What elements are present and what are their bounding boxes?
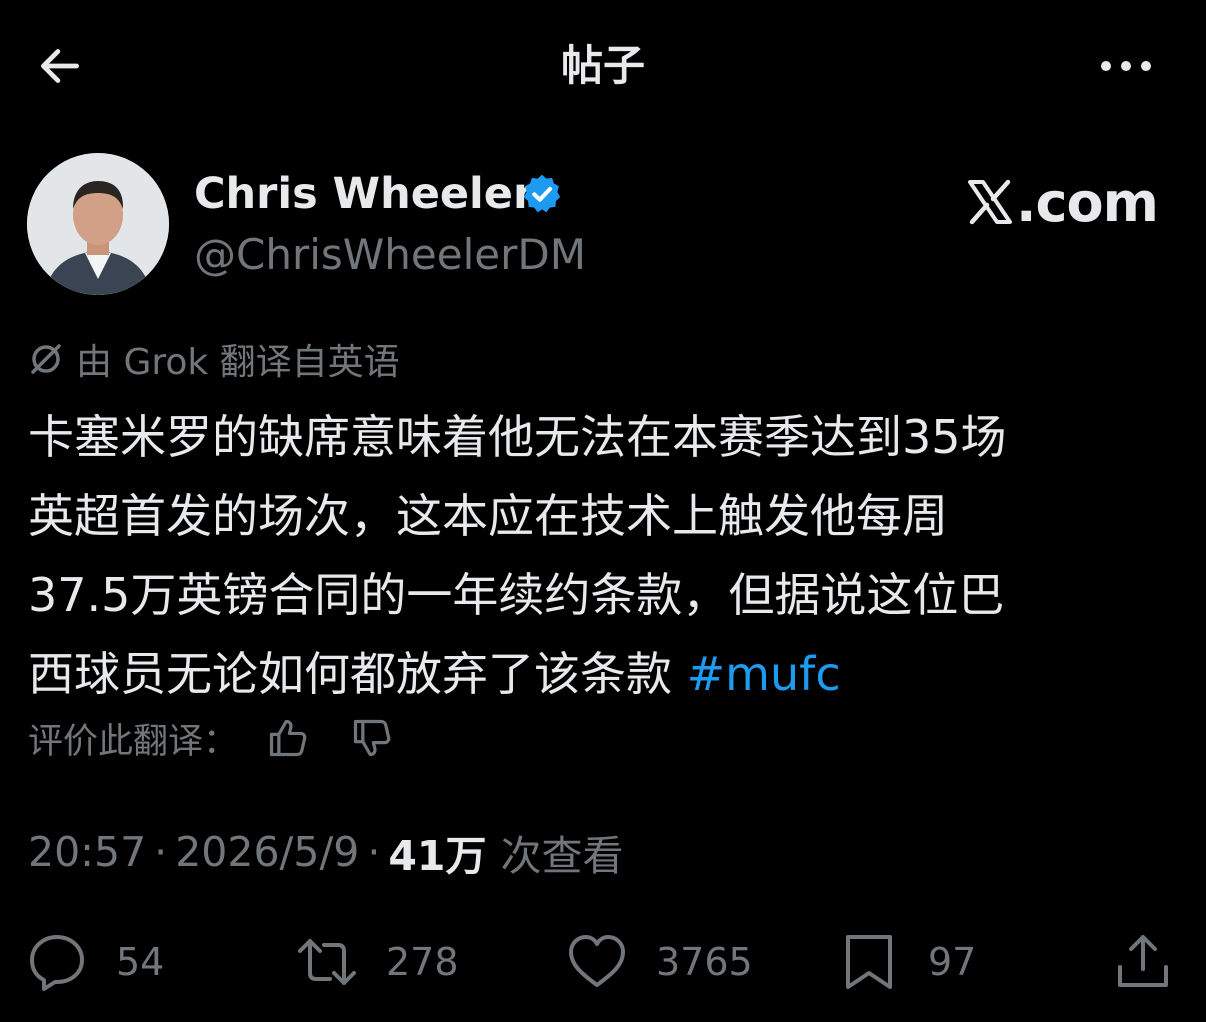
views-count[interactable]: 41万: [388, 822, 486, 882]
tweet-line: 37.5万英镑合同的一年续约条款，但据说这位巴: [28, 568, 1005, 622]
bookmark-button[interactable]: 97: [838, 928, 976, 996]
watermark-text: .com: [1016, 170, 1159, 234]
tweet-line-last: 西球员无论如何都放弃了该条款 #mufc: [28, 635, 1178, 714]
verified-badge-icon: [523, 174, 561, 213]
share-button[interactable]: [1112, 928, 1174, 996]
like-count: 3765: [656, 940, 753, 984]
views-label: 次查看: [500, 832, 624, 880]
retweet-count: 278: [386, 940, 459, 984]
retweet-button[interactable]: 278: [296, 928, 459, 996]
rate-translation-row: 评价此翻译：: [28, 712, 396, 764]
thumbs-down-icon: [353, 719, 391, 757]
meta-separator: ·: [367, 828, 381, 876]
heart-icon: [569, 935, 625, 987]
x-com-watermark: .com: [966, 170, 1159, 234]
bookmark-icon: [846, 935, 892, 989]
meta-separator: ·: [154, 828, 168, 876]
tweet-date[interactable]: 2026/5/9: [175, 828, 359, 876]
retweet-icon: [298, 939, 356, 985]
tweet-meta: 20:57 · 2026/5/9 · 41万 次查看: [28, 824, 623, 880]
back-button[interactable]: [28, 38, 92, 94]
avatar[interactable]: [27, 153, 169, 295]
tweet-line: 卡塞米罗的缺席意味着他无法在本赛季达到35场: [28, 410, 1007, 464]
page-title: 帖子: [560, 41, 645, 90]
more-button[interactable]: [1084, 40, 1168, 92]
author-handle[interactable]: @ChrisWheelerDM: [194, 226, 586, 284]
translation-notice[interactable]: 由 Grok 翻译自英语: [28, 334, 400, 384]
share-icon: [1118, 935, 1168, 987]
like-button[interactable]: 3765: [566, 928, 753, 996]
bookmark-count: 97: [928, 940, 977, 984]
translation-notice-text: 由 Grok 翻译自英语: [76, 342, 400, 383]
reply-button[interactable]: 54: [26, 928, 164, 996]
tweet-line: 英超首发的场次，这本应在技术上触发他每周: [28, 489, 948, 543]
x-logo-icon: [968, 179, 1012, 225]
thumbs-up-button[interactable]: [264, 714, 312, 762]
author-display-name[interactable]: Chris Wheeler: [194, 166, 534, 222]
rate-translation-label: 评价此翻译：: [28, 721, 239, 762]
tweet-time[interactable]: 20:57: [28, 828, 146, 876]
tweet-text: 卡塞米罗的缺席意味着他无法在本赛季达到35场 英超首发的场次，这本应在技术上触发…: [28, 398, 1178, 714]
arrow-left-icon: [40, 49, 80, 83]
thumbs-up-icon: [269, 719, 307, 757]
thumbs-down-button[interactable]: [348, 714, 396, 762]
avatar-photo: [27, 153, 169, 295]
reply-icon: [30, 935, 84, 991]
grok-icon: [31, 344, 61, 374]
reply-count: 54: [116, 940, 165, 984]
hashtag-link[interactable]: #mufc: [687, 647, 841, 701]
tweet-line-text: 西球员无论如何都放弃了该条款: [28, 647, 687, 701]
more-horizontal-icon: [1101, 61, 1151, 71]
